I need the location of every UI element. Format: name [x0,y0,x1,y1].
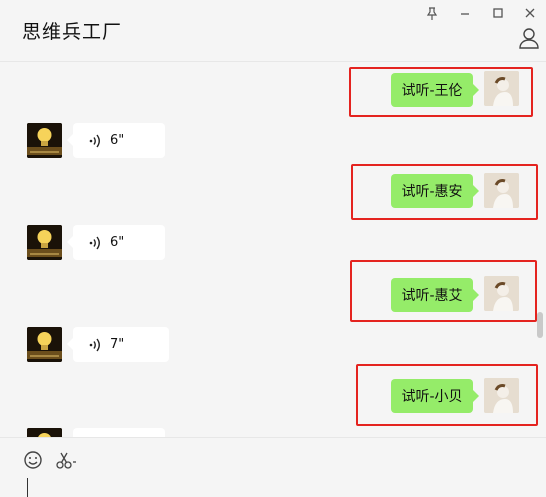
sent-message-bubble[interactable]: 试听-小贝 [391,379,479,413]
message-input-area[interactable] [0,437,546,497]
message-text: 试听-惠艾 [401,288,463,304]
sent-message-bubble[interactable]: 试听-惠艾 [391,278,479,312]
my-avatar[interactable] [484,71,519,106]
voice-message-bubble[interactable]: 7" [67,327,169,362]
voice-message-bubble[interactable]: 6" [67,225,165,260]
screenshot-scissors-icon[interactable] [55,450,79,470]
sent-message-bubble[interactable]: 试听-惠安 [391,174,479,208]
maximize-icon[interactable] [487,3,509,23]
title-bar: 思维兵工厂 [0,0,546,62]
pin-icon[interactable] [421,3,443,23]
contact-profile-icon[interactable] [518,27,540,49]
my-avatar[interactable] [484,276,519,311]
close-icon[interactable] [519,3,541,23]
sent-message-bubble[interactable]: 试听-王伦 [391,73,479,107]
voice-duration: 6" [110,133,125,148]
voice-wave-icon [89,338,100,351]
minimize-icon[interactable] [454,3,476,23]
chat-title: 思维兵工厂 [22,21,123,43]
voice-wave-icon [89,236,100,249]
voice-duration: 7" [110,337,125,352]
voice-wave-icon [89,134,100,147]
contact-avatar[interactable] [27,225,62,260]
emoji-icon[interactable] [23,450,45,470]
chat-scrollbar[interactable] [537,312,543,338]
message-text: 试听-王伦 [401,83,463,99]
chat-message-area[interactable]: 试听-王伦 6" 试听-惠安 6" 试听-惠艾 7" 试听-小贝 [0,62,546,437]
contact-avatar[interactable] [27,123,62,158]
contact-avatar[interactable] [27,428,62,437]
contact-avatar[interactable] [27,327,62,362]
voice-message-bubble[interactable] [73,428,165,437]
voice-duration: 6" [110,235,125,250]
my-avatar[interactable] [484,378,519,413]
voice-message-bubble[interactable]: 6" [67,123,165,158]
my-avatar[interactable] [484,173,519,208]
message-text: 试听-惠安 [401,184,463,200]
text-input-caret[interactable] [27,478,28,497]
message-text: 试听-小贝 [401,389,463,405]
